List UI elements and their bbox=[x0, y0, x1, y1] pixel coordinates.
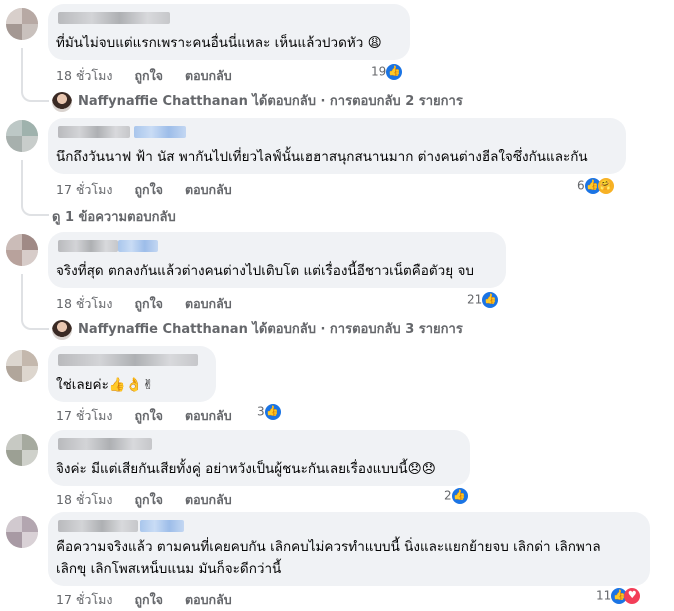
reply-summary-text: ได้ตอบกลับ · การตอบกลับ 3 รายการ bbox=[252, 322, 463, 337]
like-icon: 👍 bbox=[451, 488, 468, 504]
avatar[interactable] bbox=[6, 120, 38, 152]
reaction-count-number: 21 bbox=[467, 292, 483, 307]
comment-bubble: จริงที่สุด ตกลงกันแล้วต่างคนต่างไปเติบโต… bbox=[48, 232, 506, 288]
like-button[interactable]: ถูกใจ bbox=[134, 180, 163, 200]
comment-bubble: จิงค่ะ มีแต่เสียกันเสียทั้งคู่ อย่าหวังเ… bbox=[48, 430, 470, 486]
thread-connector bbox=[21, 314, 49, 330]
reply-button[interactable]: ตอบกลับ bbox=[185, 66, 232, 86]
thread-line bbox=[21, 274, 23, 319]
commenter-name-redacted-2[interactable] bbox=[118, 240, 158, 252]
comment-text-line-1: คือความจริงแล้ว ตามคนที่เคยคบกัน เลิกคบไ… bbox=[56, 539, 601, 555]
comment-bubble: ใช่เลยค่ะ👍👌✌ bbox=[48, 346, 216, 402]
reply-summary[interactable]: Naffynaffie Chatthanan ได้ตอบกลับ · การต… bbox=[52, 318, 463, 340]
comment-bubble: ที่มันไม่จบแต่แรกเพราะคนอื่นนี่แหละ เห็น… bbox=[48, 4, 410, 60]
avatar[interactable] bbox=[6, 234, 38, 266]
reaction-count-number: 19 bbox=[371, 64, 387, 79]
comment-bubble: นึกถึงวันนาฟ ฟ้า นัส พากันไปเที่ยวไลฟ์นั… bbox=[48, 118, 626, 174]
reaction-count-number: 2 bbox=[444, 488, 452, 503]
commenter-name-redacted[interactable] bbox=[58, 520, 138, 532]
reaction-count[interactable]: 3 👍 bbox=[257, 404, 281, 420]
like-button[interactable]: ถูกใจ bbox=[134, 294, 163, 314]
commenter-name-redacted-2[interactable] bbox=[134, 126, 186, 138]
replier-name[interactable]: Naffynaffie Chatthanan bbox=[78, 322, 248, 337]
care-icon: 🤗 bbox=[597, 178, 614, 194]
thread-line bbox=[21, 160, 23, 205]
reaction-count-number: 11 bbox=[596, 588, 612, 603]
timestamp[interactable]: 17 ชั่วโมง bbox=[56, 590, 112, 610]
commenter-name-redacted[interactable] bbox=[58, 12, 170, 24]
comment-text: นึกถึงวันนาฟ ฟ้า นัส พากันไปเที่ยวไลฟ์นั… bbox=[56, 149, 588, 165]
reply-button[interactable]: ตอบกลับ bbox=[185, 490, 232, 510]
timestamp[interactable]: 18 ชั่วโมง bbox=[56, 490, 112, 510]
comment-text: จิงค่ะ มีแต่เสียกันเสียทั้งคู่ อย่าหวังเ… bbox=[56, 461, 436, 477]
like-button[interactable]: ถูกใจ bbox=[134, 590, 163, 610]
thread-connector bbox=[21, 86, 49, 102]
comment-text: จริงที่สุด ตกลงกันแล้วต่างคนต่างไปเติบโต… bbox=[56, 263, 474, 279]
commenter-name-redacted[interactable] bbox=[58, 126, 130, 138]
comment-text: ใช่เลยค่ะ👍👌✌ bbox=[56, 377, 154, 393]
avatar[interactable] bbox=[6, 350, 38, 382]
replier-avatar bbox=[52, 91, 72, 112]
reply-button[interactable]: ตอบกลับ bbox=[185, 180, 232, 200]
avatar[interactable] bbox=[6, 516, 38, 548]
timestamp[interactable]: 18 ชั่วโมง bbox=[56, 294, 112, 314]
reaction-count[interactable]: 6 👍🤗 bbox=[577, 178, 614, 194]
comment-meta: 18 ชั่วโมง ถูกใจ ตอบกลับ bbox=[56, 66, 250, 86]
reply-summary[interactable]: Naffynaffie Chatthanan ได้ตอบกลับ · การต… bbox=[52, 90, 463, 112]
timestamp[interactable]: 17 ชั่วโมง bbox=[56, 406, 112, 426]
reaction-count-number: 6 bbox=[577, 178, 585, 193]
comment-bubble: คือความจริงแล้ว ตามคนที่เคยคบกัน เลิกคบไ… bbox=[48, 512, 650, 586]
reply-button[interactable]: ตอบกลับ bbox=[185, 406, 232, 426]
comment-meta: 18 ชั่วโมง ถูกใจ ตอบกลับ bbox=[56, 294, 250, 314]
view-replies-link[interactable]: ดู 1 ข้อความตอบกลับ bbox=[52, 206, 176, 227]
like-button[interactable]: ถูกใจ bbox=[134, 66, 163, 86]
like-button[interactable]: ถูกใจ bbox=[134, 490, 163, 510]
comment-text-line-2: เลิกขุ เลิกโพสเหน็บแนม มันก็จะดีกว่านี้ bbox=[56, 561, 282, 577]
comment-meta: 18 ชั่วโมง ถูกใจ ตอบกลับ bbox=[56, 490, 250, 510]
commenter-name-redacted-2[interactable] bbox=[140, 520, 184, 532]
comment-meta: 17 ชั่วโมง ถูกใจ ตอบกลับ bbox=[56, 180, 250, 200]
replier-avatar bbox=[52, 319, 72, 340]
avatar[interactable] bbox=[6, 434, 38, 466]
like-icon: 👍 bbox=[482, 292, 499, 308]
avatar[interactable] bbox=[6, 8, 38, 40]
reaction-count[interactable]: 11 👍 ♥ bbox=[596, 588, 641, 604]
timestamp[interactable]: 17 ชั่วโมง bbox=[56, 180, 112, 200]
comment-meta: 17 ชั่วโมง ถูกใจ ตอบกลับ bbox=[56, 406, 250, 426]
commenter-name-redacted[interactable] bbox=[58, 354, 198, 366]
love-icon: ♥ bbox=[624, 588, 641, 604]
commenter-name-redacted[interactable] bbox=[58, 240, 118, 252]
commenter-name-redacted[interactable] bbox=[58, 438, 152, 450]
reaction-count[interactable]: 2 👍 bbox=[444, 488, 468, 504]
reaction-count[interactable]: 21 👍 bbox=[467, 292, 499, 308]
reaction-count-number: 3 bbox=[257, 404, 265, 419]
reply-button[interactable]: ตอบกลับ bbox=[185, 294, 232, 314]
comment-text: ที่มันไม่จบแต่แรกเพราะคนอื่นนี่แหละ เห็น… bbox=[56, 35, 382, 51]
like-icon: 👍 bbox=[264, 404, 281, 420]
reply-button[interactable]: ตอบกลับ bbox=[185, 590, 232, 610]
thread-connector bbox=[21, 200, 49, 216]
comment-meta: 17 ชั่วโมง ถูกใจ ตอบกลับ bbox=[56, 590, 250, 610]
replier-name[interactable]: Naffynaffie Chatthanan bbox=[78, 94, 248, 109]
like-icon: 👍 bbox=[386, 64, 403, 80]
like-button[interactable]: ถูกใจ bbox=[134, 406, 163, 426]
reply-summary-text: ได้ตอบกลับ · การตอบกลับ 2 รายการ bbox=[252, 94, 463, 109]
timestamp[interactable]: 18 ชั่วโมง bbox=[56, 66, 112, 86]
reaction-count[interactable]: 19 👍 bbox=[371, 64, 403, 80]
